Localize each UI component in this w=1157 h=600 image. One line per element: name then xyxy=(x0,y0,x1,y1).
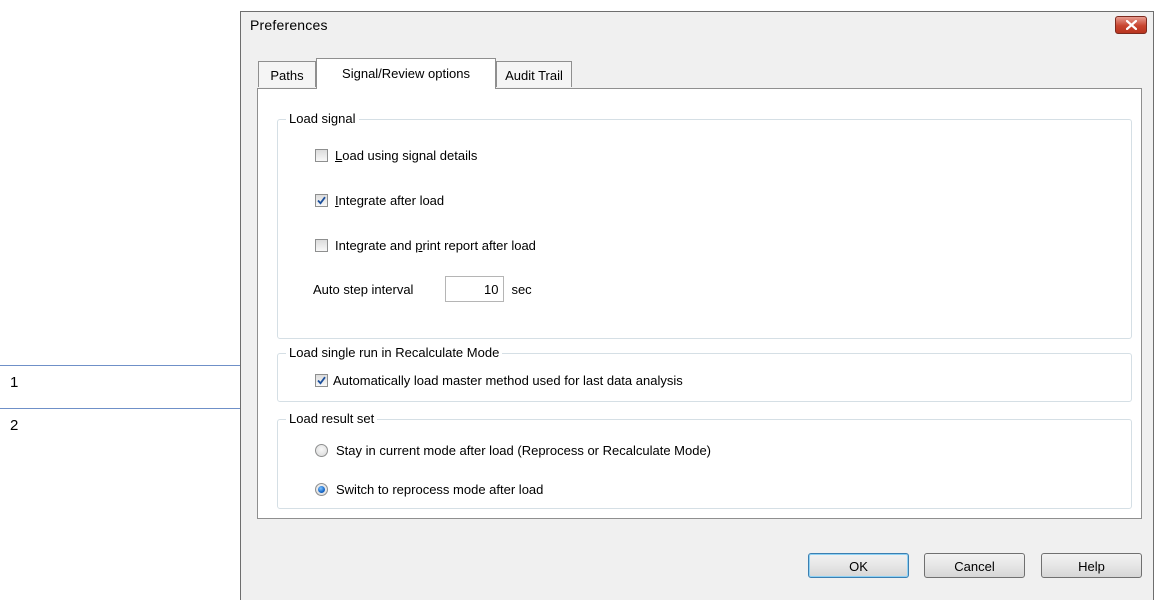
auto-load-master-method-row[interactable]: Automatically load master method used fo… xyxy=(315,373,683,388)
load-using-signal-details-text: oad using signal details xyxy=(342,148,478,163)
switch-to-reprocess-radio[interactable] xyxy=(315,483,328,496)
stay-in-current-mode-label: Stay in current mode after load (Reproce… xyxy=(336,443,712,458)
load-result-set-group: Load result set Stay in current mode aft… xyxy=(277,411,1132,509)
tab-paths[interactable]: Paths xyxy=(258,61,316,87)
help-button[interactable]: Help xyxy=(1041,553,1142,578)
checkmark-icon xyxy=(317,376,326,385)
integrate-print-report-text: rint report after load xyxy=(422,238,536,253)
switch-to-reprocess-label: Switch to reprocess mode after load xyxy=(336,482,544,497)
integrate-print-report-checkbox[interactable] xyxy=(315,239,328,252)
integrate-print-report-row[interactable]: Integrate and print report after load xyxy=(315,238,536,253)
auto-step-interval-unit: sec xyxy=(511,281,532,297)
tab-audit-trail-label: Audit Trail xyxy=(505,68,563,83)
tab-panel: Load signal Load using signal details In… xyxy=(257,88,1142,519)
preferences-dialog: Preferences Paths Signal/Review options … xyxy=(240,11,1154,600)
integrate-print-report-label: Integrate and print report after load xyxy=(335,238,536,253)
window-title: Preferences xyxy=(250,17,328,33)
integrate-print-report-prefix: Integrate and xyxy=(335,238,416,253)
switch-to-reprocess-row[interactable]: Switch to reprocess mode after load xyxy=(315,482,543,497)
load-signal-group: Load signal Load using signal details In… xyxy=(277,111,1132,339)
load-signal-legend: Load signal xyxy=(286,111,359,126)
load-single-run-legend: Load single run in Recalculate Mode xyxy=(286,345,503,360)
stay-in-current-mode-row[interactable]: Stay in current mode after load (Reproce… xyxy=(315,443,711,458)
load-using-signal-details-checkbox[interactable] xyxy=(315,149,328,162)
tab-audit-trail[interactable]: Audit Trail xyxy=(496,61,572,87)
auto-load-master-method-checkbox[interactable] xyxy=(315,374,328,387)
tab-signal-review-options[interactable]: Signal/Review options xyxy=(316,58,496,89)
cancel-button[interactable]: Cancel xyxy=(924,553,1025,578)
auto-step-interval-row: Auto step interval 10 sec xyxy=(313,276,532,302)
radio-selected-dot xyxy=(318,486,325,493)
title-bar: Preferences xyxy=(241,12,1153,38)
close-icon xyxy=(1126,20,1137,30)
ok-button[interactable]: OK xyxy=(808,553,909,578)
integrate-after-load-text: ntegrate after load xyxy=(338,193,445,208)
load-using-signal-details-label: Load using signal details xyxy=(335,148,477,163)
integrate-after-load-row[interactable]: Integrate after load xyxy=(315,193,444,208)
stay-in-current-mode-radio[interactable] xyxy=(315,444,328,457)
auto-step-interval-input[interactable]: 10 xyxy=(445,276,505,302)
integrate-after-load-label: Integrate after load xyxy=(335,193,444,208)
callout-number-2: 2 xyxy=(10,417,19,434)
close-button[interactable] xyxy=(1115,16,1147,34)
checkmark-icon xyxy=(317,196,326,205)
callout-number-1: 1 xyxy=(10,374,19,391)
load-single-run-group: Load single run in Recalculate Mode Auto… xyxy=(277,345,1132,402)
auto-step-interval-label: Auto step interval xyxy=(313,281,414,297)
tab-signal-review-options-label: Signal/Review options xyxy=(342,66,470,81)
auto-load-master-method-label: Automatically load master method used fo… xyxy=(333,373,683,388)
load-result-set-legend: Load result set xyxy=(286,411,378,426)
integrate-after-load-checkbox[interactable] xyxy=(315,194,328,207)
load-using-signal-details-row[interactable]: Load using signal details xyxy=(315,148,477,163)
tab-paths-label: Paths xyxy=(270,68,304,83)
